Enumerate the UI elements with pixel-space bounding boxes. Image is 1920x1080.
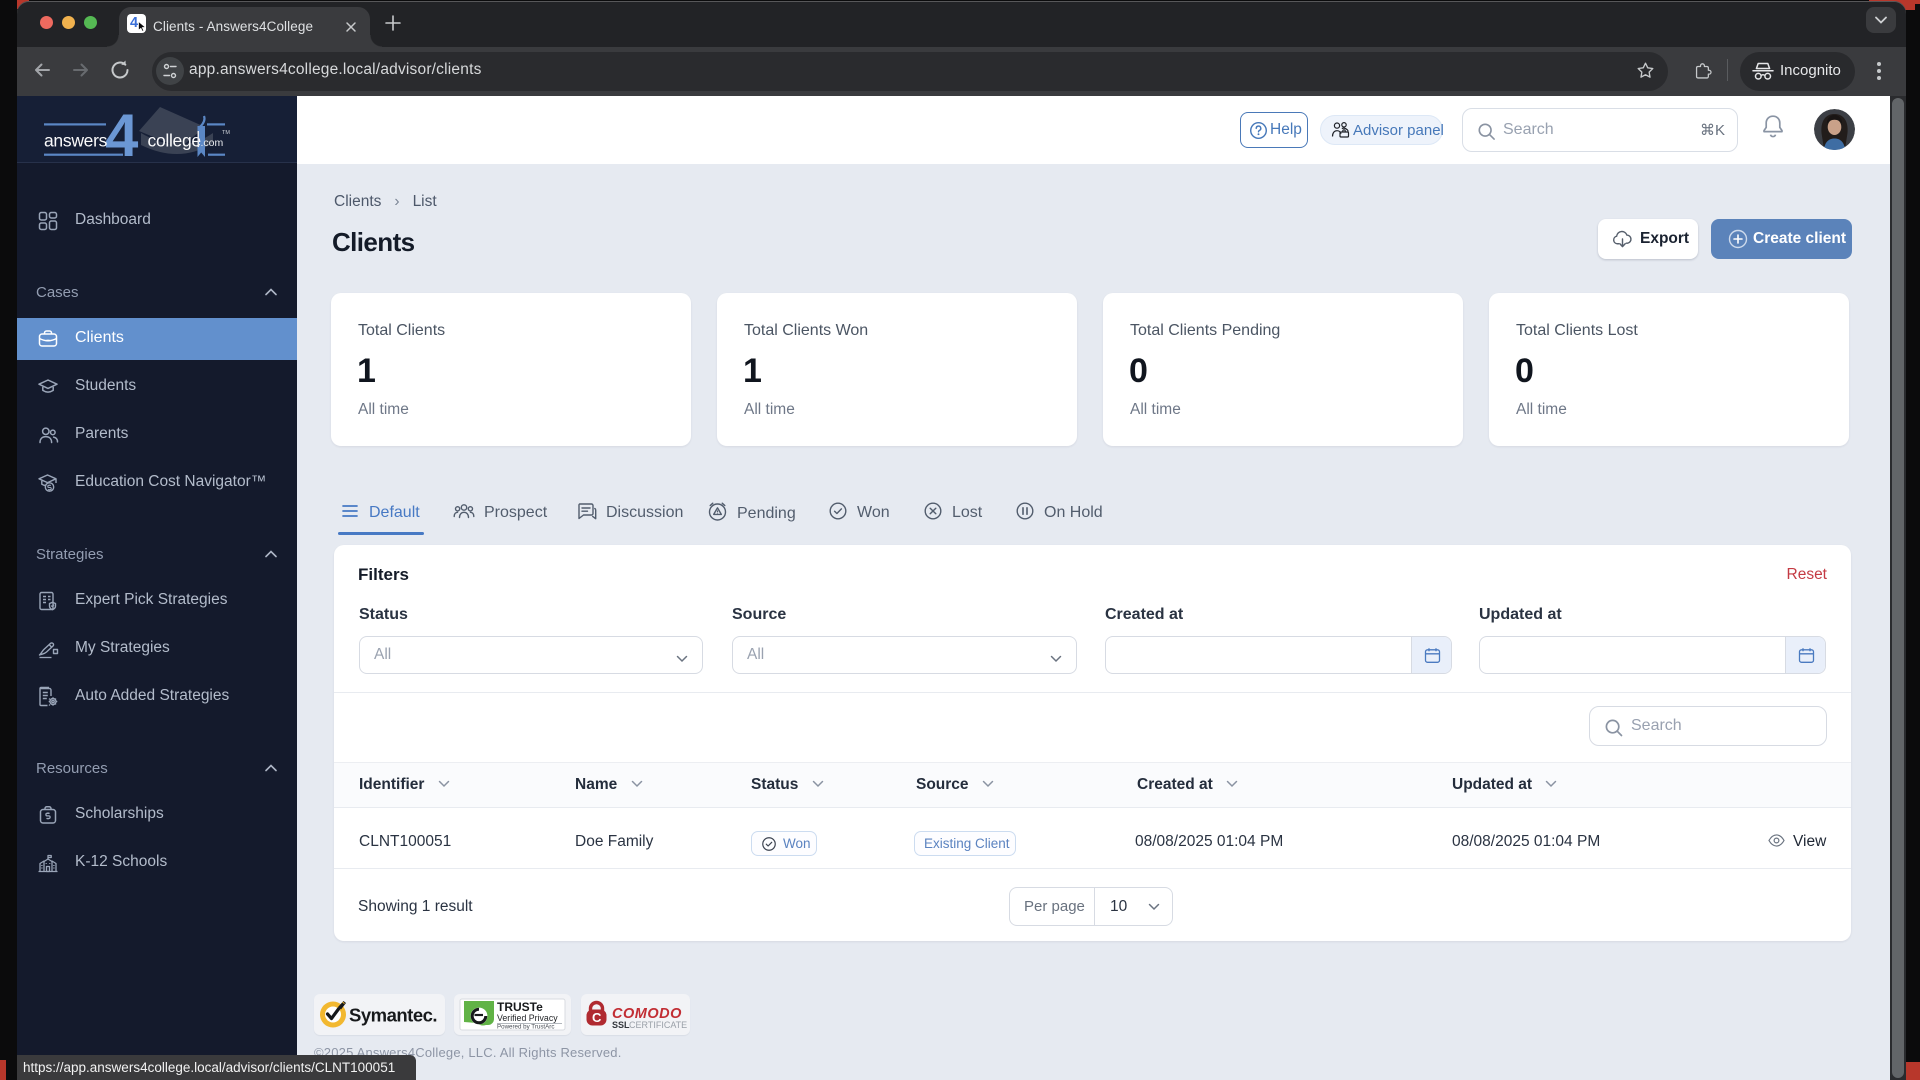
svg-text:.com: .com (201, 137, 224, 149)
svg-text:TRUSTe: TRUSTe (497, 1000, 543, 1014)
svg-text:4: 4 (105, 102, 139, 161)
svg-text:answers: answers (44, 131, 108, 151)
svg-text:SSL: SSL (612, 1020, 630, 1030)
svg-text:C: C (592, 1010, 602, 1025)
svg-text:TM: TM (222, 130, 230, 136)
svg-text:CERTIFICATE: CERTIFICATE (629, 1020, 687, 1030)
svg-text:Symantec.: Symantec. (349, 1005, 437, 1026)
svg-text:college: college (148, 131, 201, 151)
svg-text:Verified Privacy: Verified Privacy (497, 1013, 558, 1023)
svg-text:Powered by TrustArc: Powered by TrustArc (497, 1024, 554, 1031)
